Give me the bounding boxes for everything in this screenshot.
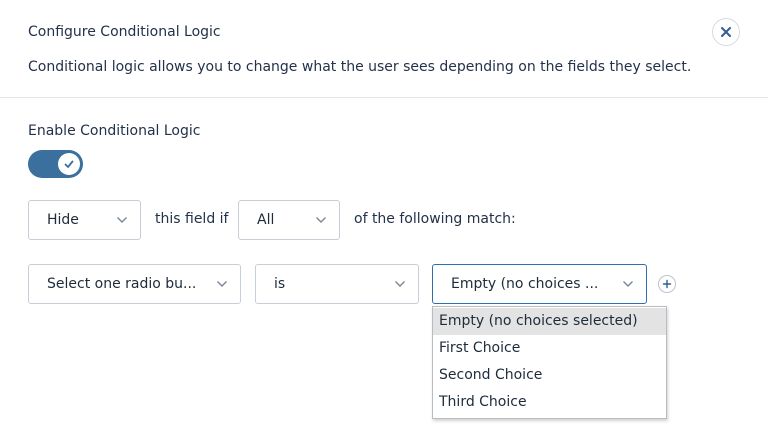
dropdown-option[interactable]: First Choice <box>433 335 666 362</box>
close-icon <box>721 27 731 37</box>
action-select-value: Hide <box>47 212 79 228</box>
chevron-down-icon <box>610 280 646 288</box>
add-rule-button[interactable] <box>658 275 676 293</box>
chevron-down-icon <box>104 216 140 224</box>
value-select[interactable]: Empty (no choices ... <box>432 264 647 304</box>
modal-header: Configure Conditional Logic Conditional … <box>0 0 768 98</box>
field-select[interactable]: Select one radio bu... <box>28 264 241 304</box>
operator-select[interactable]: is <box>255 264 419 304</box>
value-select-value: Empty (no choices ... <box>451 276 599 292</box>
plus-icon <box>662 279 672 289</box>
chevron-down-icon <box>303 216 339 224</box>
chevron-down-icon <box>204 280 240 288</box>
enable-logic-toggle[interactable] <box>28 150 83 178</box>
dropdown-option[interactable]: Empty (no choices selected) <box>433 308 666 335</box>
check-icon <box>64 160 74 168</box>
toggle-knob <box>58 153 80 175</box>
action-select[interactable]: Hide <box>28 200 141 240</box>
enable-logic-label: Enable Conditional Logic <box>28 123 201 139</box>
field-select-value: Select one radio bu... <box>47 276 197 292</box>
modal-description: Conditional logic allows you to change w… <box>28 59 692 75</box>
this-field-if-text: this field if <box>155 211 229 227</box>
dropdown-option[interactable]: Third Choice <box>433 389 666 416</box>
close-button[interactable] <box>712 18 740 46</box>
following-match-text: of the following match: <box>354 211 516 227</box>
modal-title: Configure Conditional Logic <box>28 24 221 40</box>
match-select[interactable]: All <box>238 200 340 240</box>
dropdown-option[interactable]: Second Choice <box>433 362 666 389</box>
match-select-value: All <box>257 212 275 228</box>
chevron-down-icon <box>382 280 418 288</box>
value-dropdown-list: Empty (no choices selected) First Choice… <box>432 306 667 419</box>
operator-select-value: is <box>274 276 286 292</box>
